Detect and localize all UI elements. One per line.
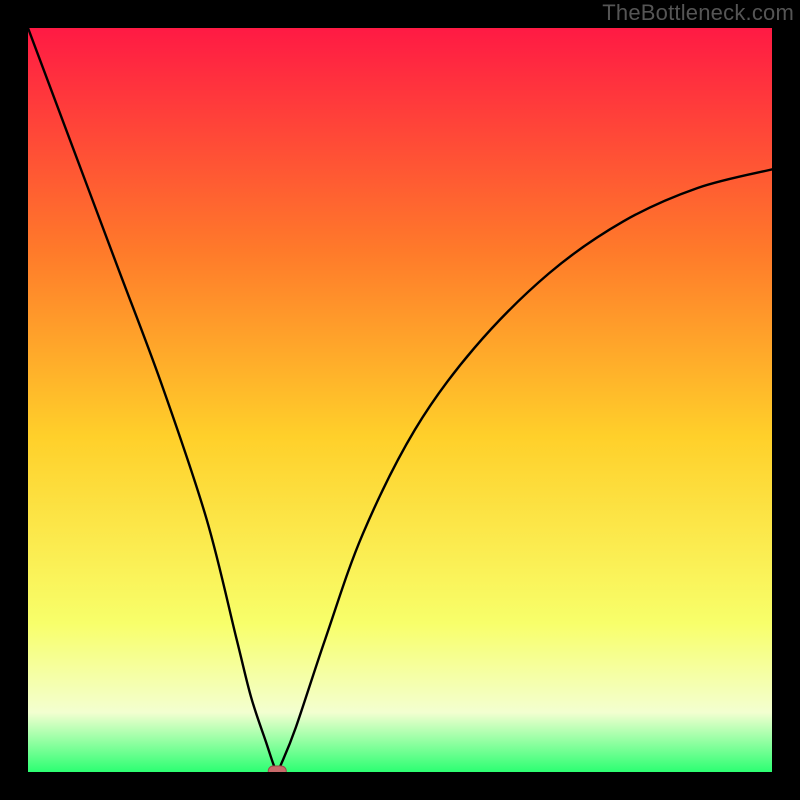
optimum-marker	[268, 766, 286, 772]
chart-svg	[28, 28, 772, 772]
outer-frame: TheBottleneck.com	[0, 0, 800, 800]
gradient-background	[28, 28, 772, 772]
watermark-text: TheBottleneck.com	[602, 0, 794, 26]
plot-area	[28, 28, 772, 772]
